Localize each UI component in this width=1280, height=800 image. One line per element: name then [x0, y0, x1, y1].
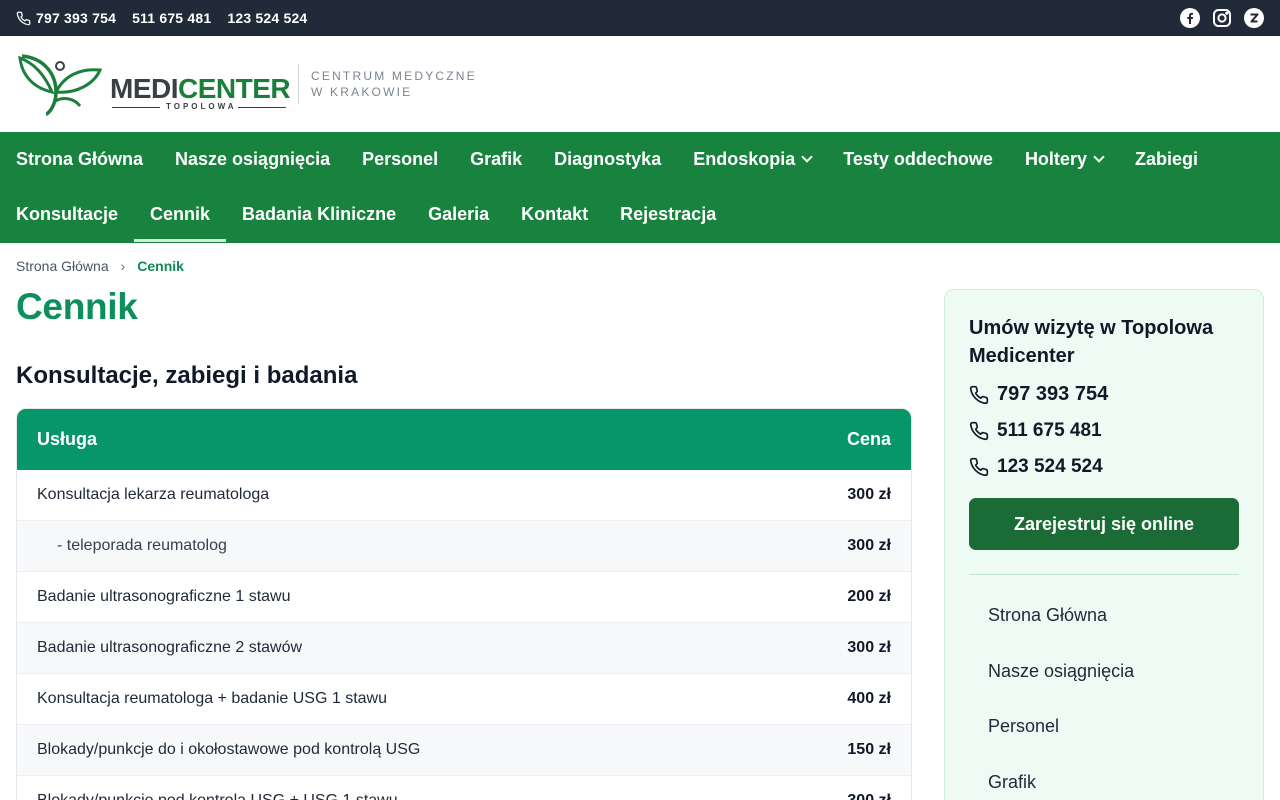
nav-row-1: Strona Główna Nasze osiągnięcia Personel…: [16, 132, 1214, 187]
appointment-sidebar: Umów wizytę w Topolowa Medicenter 797 39…: [944, 289, 1264, 800]
topbar-phone-2[interactable]: 511 675 481: [132, 10, 211, 26]
service-price: 400 zł: [847, 690, 891, 707]
column-header-service: Usługa: [37, 429, 98, 449]
register-online-button[interactable]: Zarejestruj się online: [969, 498, 1239, 550]
top-bar: 797 393 754 511 675 481 123 524 524: [0, 0, 1280, 36]
nav-item-galeria[interactable]: Galeria: [412, 187, 505, 242]
nav-item-zabiegi[interactable]: Zabiegi: [1119, 132, 1214, 187]
instagram-icon[interactable]: [1212, 8, 1232, 28]
service-name: Badanie ultrasonograficzne 1 stawu: [37, 588, 291, 605]
nav-item-endoskopia[interactable]: Endoskopia: [677, 132, 827, 187]
nav-item-nasze-osiagniecia[interactable]: Nasze osiągnięcia: [159, 132, 346, 187]
column-header-price: Cena: [846, 429, 891, 449]
table-row: Badanie ultrasonograficzne 1 stawu 200 z…: [17, 572, 911, 623]
breadcrumb-separator: ›: [120, 258, 126, 274]
sidebar-phone-3[interactable]: 123 524 524: [969, 456, 1103, 478]
phone-icon: [969, 421, 989, 441]
phone-icon: [969, 385, 989, 405]
header-tagline: CENTRUM MEDYCZNE W KRAKOWIE: [311, 69, 477, 99]
table-row: Blokady/punkcje do i okołostawowe pod ko…: [17, 725, 911, 776]
service-name: Badanie ultrasonograficzne 2 stawów: [37, 639, 303, 656]
sidebar-title: Umów wizytę w Topolowa Medicenter: [969, 317, 1214, 367]
sidebar-link-grafik[interactable]: Grafik: [988, 755, 1134, 800]
nav-row-2: Konsultacje Cennik Badania Kliniczne Gal…: [16, 187, 732, 242]
social-links: [1180, 0, 1264, 36]
table-row: - teleporada reumatolog 300 zł: [17, 521, 911, 572]
sidebar-links: Strona Główna Nasze osiągnięcia Personel…: [988, 588, 1134, 800]
brand-name: MEDICENTER: [110, 73, 291, 104]
price-table: Usługa Cena Konsultacja lekarza reumatol…: [16, 408, 912, 800]
service-name: Konsultacja lekarza reumatologa: [37, 486, 270, 503]
table-row: Konsultacja lekarza reumatologa 300 zł: [17, 470, 911, 521]
sidebar-link-strona-glowna[interactable]: Strona Główna: [988, 588, 1134, 644]
service-name: Konsultacja reumatologa + badanie USG 1 …: [37, 690, 387, 707]
chevron-down-icon: [1093, 151, 1105, 163]
facebook-icon[interactable]: [1180, 8, 1200, 28]
nav-item-badania-kliniczne[interactable]: Badania Kliniczne: [226, 187, 412, 242]
service-name: Blokady/punkcje do i okołostawowe pod ko…: [37, 741, 421, 758]
service-price: 300 zł: [847, 639, 891, 656]
site-logo[interactable]: MEDICENTER TOPOLOWA: [16, 52, 291, 116]
nav-item-personel[interactable]: Personel: [346, 132, 454, 187]
breadcrumb-home[interactable]: Strona Główna: [16, 258, 109, 274]
service-price: 300 zł: [847, 537, 891, 554]
topbar-phone-1[interactable]: 797 393 754: [36, 10, 116, 26]
nav-item-holtery[interactable]: Holtery: [1009, 132, 1119, 187]
service-price: 200 zł: [847, 588, 891, 605]
sidebar-phone-1[interactable]: 797 393 754: [969, 383, 1108, 406]
nav-item-strona-glowna[interactable]: Strona Główna: [0, 132, 159, 187]
nav-item-testy-oddechowe[interactable]: Testy oddechowe: [827, 132, 1009, 187]
service-name: Blokady/punkcje pod kontrolą USG + USG 1…: [37, 792, 398, 800]
section-title: Konsultacje, zabiegi i badania: [16, 362, 358, 389]
topbar-phone-3[interactable]: 123 524 524: [227, 10, 307, 26]
page-title: Cennik: [16, 286, 138, 327]
nav-item-diagnostyka[interactable]: Diagnostyka: [538, 132, 677, 187]
sidebar-phone-2[interactable]: 511 675 481: [969, 420, 1102, 442]
breadcrumb-current: Cennik: [137, 258, 184, 274]
znanylekarz-icon[interactable]: [1244, 8, 1264, 28]
leaf-logo-icon: [18, 54, 103, 116]
nav-item-kontakt[interactable]: Kontakt: [505, 187, 604, 242]
brand-subtitle: TOPOLOWA: [166, 102, 237, 111]
table-row: Blokady/punkcje pod kontrolą USG + USG 1…: [17, 776, 911, 800]
nav-item-konsultacje[interactable]: Konsultacje: [0, 187, 134, 242]
site-header: MEDICENTER TOPOLOWA CENTRUM MEDYCZNE W K…: [0, 36, 1280, 132]
breadcrumb: Strona Główna › Cennik: [16, 258, 184, 274]
sidebar-link-personel[interactable]: Personel: [988, 699, 1134, 755]
service-name: - teleporada reumatolog: [57, 537, 227, 554]
service-price: 300 zł: [847, 792, 891, 800]
chevron-down-icon: [801, 151, 813, 163]
table-header: Usługa Cena: [17, 409, 911, 470]
nav-item-grafik[interactable]: Grafik: [454, 132, 538, 187]
sidebar-link-nasze-osiagniecia[interactable]: Nasze osiągnięcia: [988, 644, 1134, 700]
phone-icon: [969, 457, 989, 477]
topbar-phones: 797 393 754 511 675 481 123 524 524: [16, 0, 323, 36]
header-divider: [298, 64, 299, 104]
sidebar-divider: [969, 574, 1239, 575]
service-price: 300 zł: [847, 486, 891, 503]
phone-icon: [16, 11, 31, 26]
table-row: Badanie ultrasonograficzne 2 stawów 300 …: [17, 623, 911, 674]
table-row: Konsultacja reumatologa + badanie USG 1 …: [17, 674, 911, 725]
main-nav: Strona Główna Nasze osiągnięcia Personel…: [0, 132, 1280, 243]
service-price: 150 zł: [847, 741, 891, 758]
nav-item-cennik[interactable]: Cennik: [134, 187, 227, 242]
nav-item-rejestracja[interactable]: Rejestracja: [604, 187, 732, 242]
